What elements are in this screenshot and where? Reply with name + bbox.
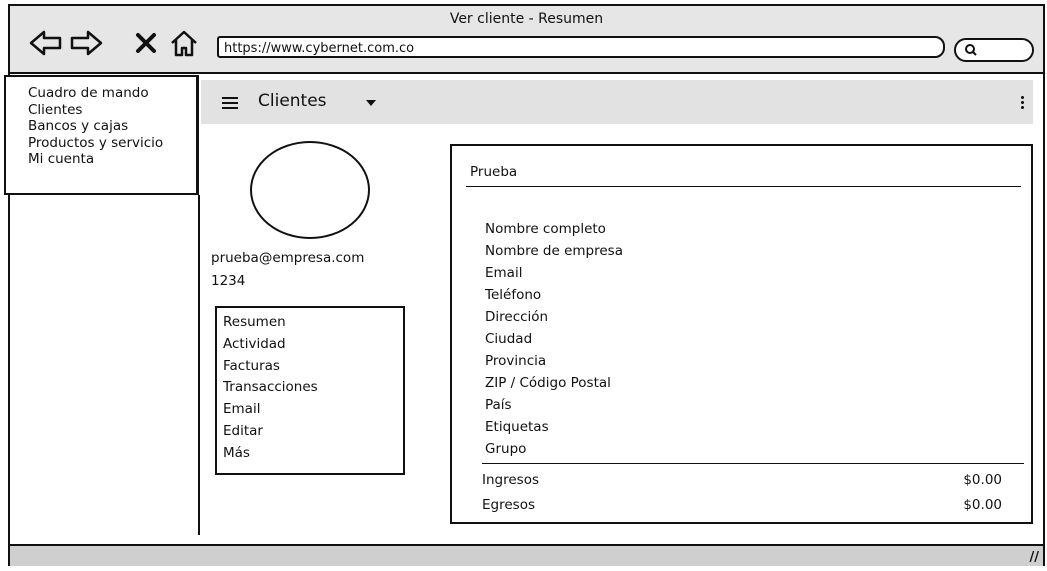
tab-transacciones[interactable]: Transacciones	[223, 377, 403, 399]
field-label: Nombre de empresa	[485, 243, 623, 259]
divider	[482, 463, 1024, 464]
field-label: Nombre completo	[485, 221, 606, 237]
sidebar-divider	[198, 195, 200, 535]
field-label: País	[485, 397, 512, 413]
forward-arrow-icon[interactable]	[68, 28, 104, 58]
resize-grip-icon[interactable]: //	[1030, 550, 1040, 565]
expenses-value: $0.00	[963, 497, 1002, 513]
field-list: Nombre completo Nombre de empresa Email …	[485, 218, 623, 460]
tab-email[interactable]: Email	[223, 399, 403, 421]
side-menu-item-banks[interactable]: Bancos y cajas	[28, 118, 196, 135]
side-menu-item-products[interactable]: Productos y servicio	[28, 135, 196, 152]
close-icon[interactable]	[134, 28, 158, 58]
tab-editar[interactable]: Editar	[223, 421, 403, 443]
toolbar-title[interactable]: Clientes	[258, 91, 327, 111]
field-label: Dirección	[485, 309, 549, 325]
title-bar: Ver cliente - Resumen https://www.cybern…	[10, 6, 1043, 74]
tab-facturas[interactable]: Facturas	[223, 356, 403, 378]
panel-title: Prueba	[470, 164, 518, 180]
hamburger-menu-icon[interactable]	[222, 97, 238, 109]
back-arrow-icon[interactable]	[28, 28, 64, 58]
field-label: Teléfono	[485, 287, 542, 303]
field-label: ZIP / Código Postal	[485, 375, 611, 391]
chevron-down-icon[interactable]	[366, 100, 376, 106]
client-summary-panel: Prueba Nombre completo Nombre de empresa…	[450, 144, 1033, 524]
client-id: 1234	[211, 273, 246, 289]
tab-actividad[interactable]: Actividad	[223, 334, 403, 356]
more-options-icon[interactable]	[1021, 96, 1024, 111]
income-value: $0.00	[963, 472, 1002, 488]
avatar	[250, 141, 370, 239]
status-bar: //	[10, 544, 1043, 566]
search-icon	[965, 44, 977, 56]
expenses-label: Egresos	[482, 497, 535, 513]
home-icon[interactable]	[168, 28, 200, 58]
field-label: Email	[485, 265, 523, 281]
toolbar: Clientes	[201, 80, 1033, 124]
field-label: Provincia	[485, 353, 547, 369]
side-menu-item-account[interactable]: Mi cuenta	[28, 151, 196, 168]
window-title: Ver cliente - Resumen	[449, 11, 604, 27]
side-menu-item-clients[interactable]: Clientes	[28, 102, 196, 119]
divider	[466, 186, 1021, 187]
side-menu: Cuadro de mando Clientes Bancos y cajas …	[4, 75, 199, 195]
field-label: Ciudad	[485, 331, 533, 347]
side-menu-item-dashboard[interactable]: Cuadro de mando	[28, 85, 196, 102]
client-email: prueba@empresa.com	[211, 250, 365, 266]
tab-resumen[interactable]: Resumen	[223, 312, 403, 334]
income-label: Ingresos	[482, 472, 539, 488]
tab-mas[interactable]: Más	[223, 443, 403, 465]
field-label: Grupo	[485, 441, 527, 457]
client-tabs: Resumen Actividad Facturas Transacciones…	[215, 306, 405, 475]
search-box[interactable]	[954, 38, 1034, 62]
address-bar[interactable]: https://www.cybernet.com.co	[217, 36, 945, 58]
field-label: Etiquetas	[485, 419, 549, 435]
